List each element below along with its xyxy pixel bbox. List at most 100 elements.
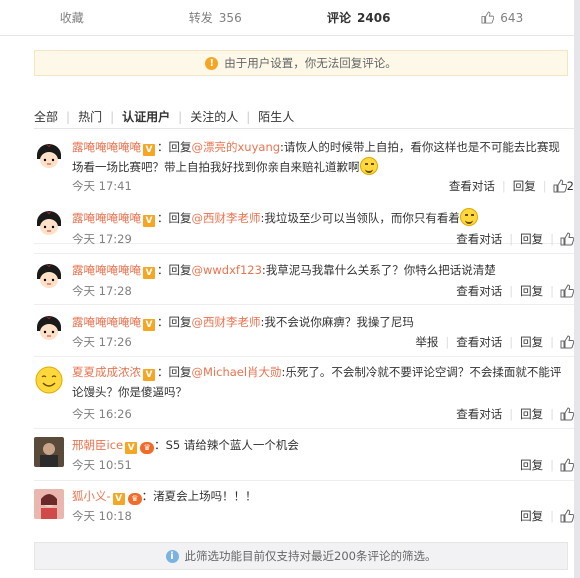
avatar[interactable] — [34, 141, 64, 171]
comment-actions: 回复 | — [513, 457, 574, 473]
comment-actions: 举报 | 查看对话 | 回复 | — [408, 334, 574, 350]
comment-actions: 查看对话 | 回复 | — [449, 406, 574, 422]
comment-actions: 查看对话 | 回复 | — [449, 231, 574, 247]
timestamp: 今天 17:26 — [72, 335, 132, 349]
tab-comment-label: 评论 — [327, 11, 352, 25]
thumbs-up-icon[interactable] — [560, 509, 574, 523]
thumbs-up-icon[interactable] — [560, 458, 574, 472]
reply-link[interactable]: 回复 — [513, 406, 550, 422]
verified-v-icon: V — [143, 267, 155, 279]
view-conversation-link[interactable]: 查看对话 — [442, 178, 502, 194]
username[interactable]: 露唵唵唵唵唵 — [72, 263, 141, 277]
filter-following[interactable]: 关注的人 — [182, 108, 246, 125]
timestamp: 今天 16:26 — [72, 407, 132, 421]
mention-link[interactable]: @Michael肖大勋 — [192, 365, 282, 379]
tab-bar: 收藏 转发 356 评论 2406 643 — [0, 0, 574, 36]
avatar[interactable] — [34, 313, 64, 343]
notice-bar: ! 由于用户设置，你无法回复评论。 — [34, 50, 568, 76]
avatar[interactable] — [34, 437, 64, 467]
report-link[interactable]: 举报 — [408, 334, 445, 350]
comment-actions: 查看对话 | 回复 | 2 — [442, 178, 574, 194]
thumbs-up-icon[interactable] — [553, 179, 567, 193]
thumbs-up-icon[interactable] — [560, 284, 574, 298]
reply-link[interactable]: 回复 — [513, 508, 550, 524]
verified-v-icon: V — [125, 442, 138, 454]
tab-favorite[interactable]: 收藏 — [0, 0, 144, 35]
comment-actions: 查看对话 | 回复 | — [449, 283, 574, 299]
filter-verified[interactable]: 认证用户 — [114, 108, 178, 125]
timestamp: 今天 10:51 — [72, 458, 132, 472]
mention-link[interactable]: @漂亮的xuyang — [192, 140, 281, 154]
mention-link[interactable]: @西财李老师 — [192, 211, 261, 225]
view-conversation-link[interactable]: 查看对话 — [449, 283, 509, 299]
view-conversation-link[interactable]: 查看对话 — [449, 231, 509, 247]
comment-body: 邢朝臣ice V ♛ ：S5 请给辣个蓝人一个机会 — [72, 435, 572, 455]
mention-link[interactable]: @wwdxf123 — [192, 263, 262, 277]
comment-body: 夏夏成成浓浓 V ：回复@Michael肖大勋:乐死了。不会制冷就不要评论空调？不会… — [72, 362, 572, 402]
thumbs-up-icon[interactable] — [560, 335, 574, 349]
info-icon: i — [165, 549, 179, 563]
filter-all[interactable]: 全部 — [34, 108, 66, 125]
reply-link[interactable]: 回复 — [513, 457, 550, 473]
comment-text: ：S5 请给辣个蓝人一个机会 — [154, 438, 299, 452]
comment-body: 露唵唵唵唵唵 V ：回复@漂亮的xuyang:请恢人的时候带上自拍，看你这样也是不可… — [72, 137, 567, 177]
username[interactable]: 露唵唵唵唵唵 — [72, 211, 141, 225]
comment-prefix: ：回复 — [157, 315, 192, 329]
username[interactable]: 露唵唵唵唵唵 — [72, 315, 141, 329]
comment-body: 露唵唵唵唵唵 V ：回复@西财李老师:我不会说你麻痹？我操了尼玛 — [72, 312, 572, 332]
smiley-emoji-icon — [459, 208, 478, 226]
comment-text: ：渚夏会上场吗！！！ — [141, 489, 257, 503]
comment-count: 2406 — [357, 10, 391, 25]
tab-like[interactable]: 643 — [431, 0, 575, 35]
tab-favorite-label: 收藏 — [59, 11, 84, 25]
reply-link[interactable]: 回复 — [513, 334, 550, 350]
comment-actions: 回复 | — [513, 508, 574, 524]
like-count: 643 — [500, 10, 524, 25]
reply-link[interactable]: 回复 — [506, 178, 543, 194]
comment-text: :我草泥马我靠什么关系了？你特么把话说清楚 — [261, 263, 496, 277]
comment-body: 露唵唵唵唵唵 V ：回复@wwdxf123:我草泥马我靠什么关系了？你特么把话说清楚 — [72, 260, 572, 280]
reply-link[interactable]: 回复 — [513, 231, 550, 247]
avatar[interactable] — [34, 261, 64, 291]
tab-comment[interactable]: 评论 2406 — [287, 0, 431, 35]
filter-bar: 全部 | 热门 | 认证用户 | 关注的人 | 陌生人 — [34, 108, 302, 125]
username[interactable]: 狐小义- — [72, 489, 111, 503]
view-conversation-link[interactable]: 查看对话 — [449, 334, 509, 350]
verified-v-icon: V — [112, 493, 125, 505]
repost-count: 356 — [218, 10, 242, 25]
username[interactable]: 夏夏成成浓浓 — [72, 365, 141, 379]
username[interactable]: 邢朝臣ice — [72, 438, 123, 452]
footer-note-text: 此筛选功能目前仅支持对最近200条评论的筛选。 — [184, 549, 437, 563]
scrollbar[interactable] — [574, 0, 580, 578]
thumbs-up-icon — [481, 11, 495, 24]
filter-strangers[interactable]: 陌生人 — [250, 108, 302, 125]
timestamp: 今天 17:28 — [72, 284, 132, 298]
mention-link[interactable]: @西财李老师 — [192, 315, 261, 329]
tab-repost-label: 转发 — [188, 11, 213, 25]
vip-crown-icon: ♛ — [140, 442, 155, 454]
verified-v-icon: V — [143, 215, 155, 227]
comment-text: :我不会说你麻痹？我操了尼玛 — [260, 315, 414, 329]
avatar[interactable] — [34, 208, 64, 238]
thumbs-up-icon[interactable] — [560, 232, 574, 246]
avatar[interactable] — [34, 365, 64, 395]
comment-text: :我垃圾至少可以当领队，而你只有看着 — [260, 211, 460, 225]
reply-link[interactable]: 回复 — [513, 283, 550, 299]
timestamp: 今天 17:29 — [72, 232, 132, 246]
like-count: 2 — [566, 179, 574, 193]
comment-prefix: ：回复 — [157, 211, 192, 225]
verified-v-icon: V — [143, 144, 155, 156]
comment-prefix: ：回复 — [157, 263, 192, 277]
timestamp: 今天 17:41 — [72, 179, 132, 193]
comment-body: 露唵唵唵唵唵 V ：回复@西财李老师:我垃圾至少可以当领队，而你只有看着 — [72, 208, 572, 228]
thumbs-up-icon[interactable] — [560, 407, 574, 421]
comment-body: 狐小义- V ♛ ：渚夏会上场吗！！！ — [72, 486, 572, 506]
tab-repost[interactable]: 转发 356 — [144, 0, 288, 35]
view-conversation-link[interactable]: 查看对话 — [449, 406, 509, 422]
avatar[interactable] — [34, 489, 64, 519]
filter-hot[interactable]: 热门 — [70, 108, 110, 125]
smiley-emoji-icon — [359, 157, 378, 175]
verified-v-icon: V — [143, 369, 155, 381]
warning-icon: ! — [205, 56, 219, 70]
username[interactable]: 露唵唵唵唵唵 — [72, 140, 141, 154]
